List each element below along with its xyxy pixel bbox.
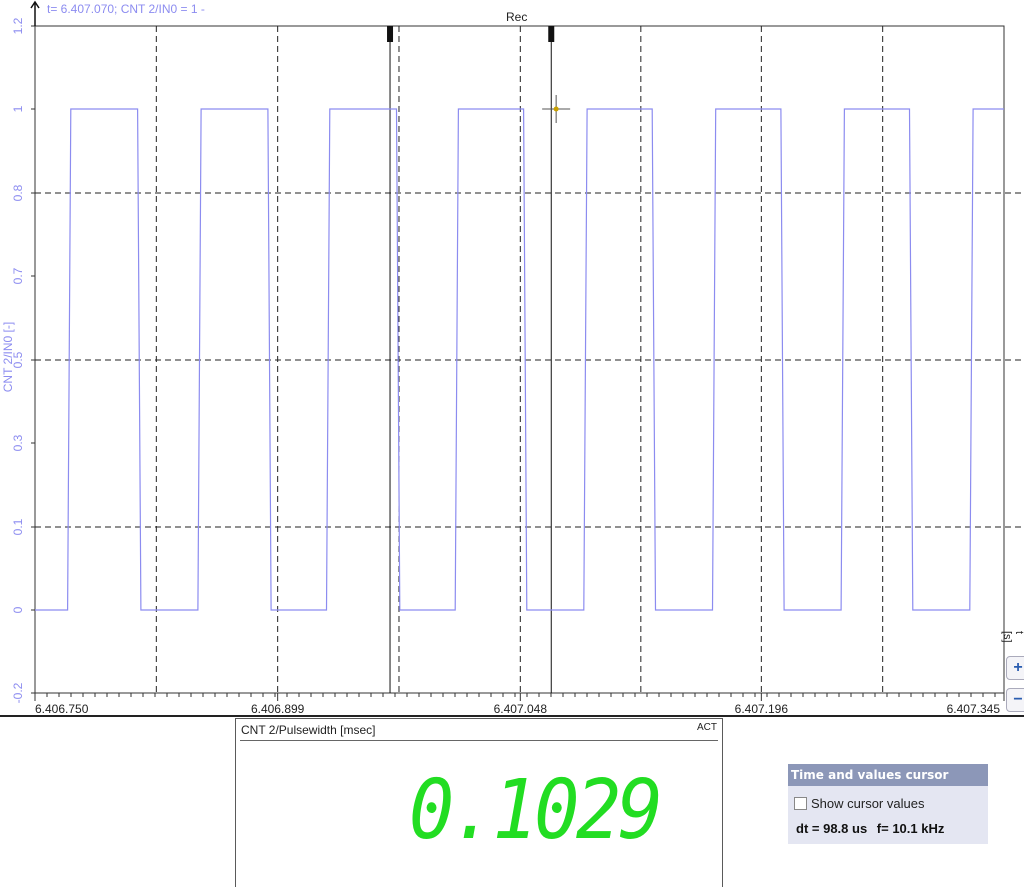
x-tick-label: 6.407.196 xyxy=(735,702,789,716)
plot-area[interactable]: 6.406.750 6.406.899 6.407.048 6.407.196 6.40… xyxy=(0,0,1024,720)
zoom-in-button[interactable]: + xyxy=(1006,656,1024,680)
y-tick-label: 0 xyxy=(11,606,25,613)
y-tick-label: 1 xyxy=(11,105,25,112)
zoom-out-button[interactable]: − xyxy=(1006,688,1024,712)
meter-status: ACT xyxy=(697,722,717,733)
y-axis-title: CNT 2/IN0 [-] xyxy=(1,321,15,393)
axis-arrow-icon xyxy=(30,0,40,26)
show-cursor-values-row[interactable]: Show cursor values xyxy=(794,796,924,811)
y-tick-label: 0.7 xyxy=(11,267,25,284)
y-tick-label: 1.2 xyxy=(11,17,25,34)
show-cursor-values-label: Show cursor values xyxy=(811,796,925,811)
crosshair-dot xyxy=(553,106,559,112)
frequency-value: f= 10.1 kHz xyxy=(876,821,945,836)
y-tick-label: -0.2 xyxy=(11,682,25,703)
rec-label: Rec xyxy=(506,10,528,24)
x-tick-label: 6.407.345 xyxy=(947,702,1001,716)
meter-title: CNT 2/Pulsewidth [msec] xyxy=(241,723,376,737)
cursor-measurements: dt = 98.8 us f= 10.1 kHz xyxy=(796,821,950,836)
cursor-handle xyxy=(387,26,394,42)
x-tick-label: 6.406.750 xyxy=(35,702,89,716)
cursor-box-title: Time and values cursor xyxy=(788,764,988,786)
meter-value: 0.1029 xyxy=(408,763,663,858)
cursor-handle xyxy=(548,26,555,42)
meter-divider xyxy=(240,740,718,741)
y-tick-label: 0.8 xyxy=(11,184,25,201)
y-tick-label: 0.3 xyxy=(11,434,25,451)
show-cursor-values-checkbox[interactable] xyxy=(794,797,807,810)
y-tick-label: 0.1 xyxy=(11,518,25,535)
x-tick-label: 6.407.048 xyxy=(494,702,548,716)
cursor-readout: t= 6.407.070; CNT 2/IN0 = 1 - xyxy=(47,2,205,16)
digital-meter-panel[interactable]: CNT 2/Pulsewidth [msec] ACT 0.1029 xyxy=(235,718,723,887)
x-axis-unit: t [s] xyxy=(1001,631,1024,643)
cursor-values-box: Time and values cursor Show cursor value… xyxy=(788,764,988,844)
x-tick-label: 6.406.899 xyxy=(251,702,305,716)
dt-value: dt = 98.8 us xyxy=(796,821,868,836)
plot-svg[interactable]: 6.406.750 6.406.899 6.407.048 6.407.196 6.40… xyxy=(0,0,1024,720)
